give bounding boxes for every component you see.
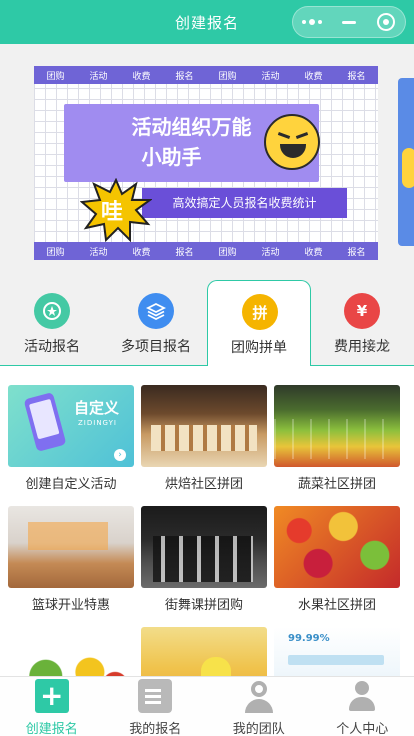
top-bar: 创建报名 xyxy=(0,0,414,44)
minus-icon xyxy=(341,20,356,24)
edit-doc-icon xyxy=(138,679,173,713)
category-tabs: 活动报名 多项目报名 拼 团购拼单 ¥ 费用接龙 xyxy=(0,280,414,367)
laughing-emoji-icon xyxy=(264,114,320,170)
nav-my-signups[interactable]: 我的报名 xyxy=(104,677,208,736)
template-caption: 创建自定义活动 xyxy=(25,477,117,492)
template-image-title: 自定义 xyxy=(74,399,120,417)
template-image xyxy=(274,506,400,588)
target-icon xyxy=(377,13,396,31)
template-caption: 水果社区拼团 xyxy=(297,598,376,613)
tab-label: 团购拼单 xyxy=(231,340,287,356)
tab-group-buy[interactable]: 拼 团购拼单 xyxy=(207,280,311,367)
template-image-text: 99.99% xyxy=(288,633,330,644)
template-image xyxy=(141,385,267,467)
tab-label: 活动报名 xyxy=(24,339,80,355)
plus-icon: + xyxy=(34,679,69,713)
template-grid: 自定义 ZIDINGYI › 创建自定义活动 烘焙社区拼团 蔬菜社区拼团 篮球开… xyxy=(0,366,414,676)
template-card[interactable]: 街舞课拼团购 xyxy=(141,506,267,613)
template-image: 自定义 ZIDINGYI › xyxy=(8,385,134,467)
nav-create-signup[interactable]: + 创建报名 xyxy=(0,677,104,736)
nav-my-team[interactable]: 我的团队 xyxy=(207,677,311,736)
banner-strip-top: 团购 活动 收费 报名 团购 活动 收费 报名 xyxy=(34,66,378,84)
phone-illustration xyxy=(23,392,67,452)
nav-label: 个人中心 xyxy=(336,722,389,736)
template-image xyxy=(274,385,400,467)
nav-label: 创建报名 xyxy=(25,722,78,736)
layers-icon xyxy=(138,293,174,329)
burst-icon: 哇 xyxy=(79,177,154,243)
activity-badge-icon xyxy=(34,293,70,329)
banner-slide[interactable]: 团购 活动 收费 报名 团购 活动 收费 报名 活动组织万能 小助手 高效搞定人员报名收… xyxy=(34,66,378,260)
template-card[interactable]: 烘焙社区拼团 xyxy=(141,385,267,492)
burst-text: 哇 xyxy=(101,200,124,225)
template-card[interactable]: 蔬菜社区拼团 xyxy=(274,385,400,492)
next-banner-preview[interactable] xyxy=(398,78,414,246)
template-caption: 篮球开业特惠 xyxy=(31,598,110,613)
template-card[interactable]: 99.99% xyxy=(274,627,400,676)
user-icon xyxy=(345,679,379,713)
banner-carousel[interactable]: 团购 活动 收费 报名 团购 活动 收费 报名 活动组织万能 小助手 高效搞定人员报名收… xyxy=(0,44,414,280)
tab-multi-project[interactable]: 多项目报名 xyxy=(104,280,208,366)
template-image-subtitle: ZIDINGYI xyxy=(78,419,117,427)
nav-profile[interactable]: 个人中心 xyxy=(311,677,414,736)
tab-fee-relay[interactable]: ¥ 费用接龙 xyxy=(310,280,414,366)
arrow-right-icon: › xyxy=(114,449,126,461)
minimize-button[interactable] xyxy=(331,7,367,37)
tab-activity-signup[interactable]: 活动报名 xyxy=(0,280,104,366)
banner-headline-line1: 活动组织万能 xyxy=(131,115,252,139)
nav-label: 我的团队 xyxy=(232,722,285,736)
close-program-button[interactable] xyxy=(368,7,404,37)
team-icon xyxy=(242,679,276,713)
mini-program-capsule xyxy=(292,6,406,38)
tab-label: 费用接龙 xyxy=(334,339,390,355)
template-caption: 烘焙社区拼团 xyxy=(164,477,243,492)
template-caption: 街舞课拼团购 xyxy=(164,598,243,613)
banner-subline: 高效搞定人员报名收费统计 xyxy=(142,188,347,218)
fee-relay-icon: ¥ xyxy=(344,293,380,329)
template-image xyxy=(141,627,267,676)
template-card[interactable] xyxy=(141,627,267,676)
more-dots-icon xyxy=(301,19,322,25)
template-caption: 蔬菜社区拼团 xyxy=(297,477,376,492)
bottom-nav: + 创建报名 我的报名 我的团队 个人中心 xyxy=(0,676,414,736)
group-buy-icon: 拼 xyxy=(242,294,278,330)
template-image: 99.99% xyxy=(274,627,400,676)
tab-label: 多项目报名 xyxy=(121,339,191,355)
template-card[interactable]: 篮球开业特惠 xyxy=(8,506,134,613)
template-card[interactable]: 水果社区拼团 xyxy=(274,506,400,613)
template-image xyxy=(8,627,134,676)
nav-label: 我的报名 xyxy=(129,722,182,736)
more-button[interactable] xyxy=(294,7,330,37)
template-image xyxy=(141,506,267,588)
template-card[interactable] xyxy=(8,627,134,676)
template-card[interactable]: 自定义 ZIDINGYI › 创建自定义活动 xyxy=(8,385,134,492)
banner-strip-bottom: 团购 活动 收费 报名 团购 活动 收费 报名 xyxy=(34,242,378,260)
template-image xyxy=(8,506,134,588)
